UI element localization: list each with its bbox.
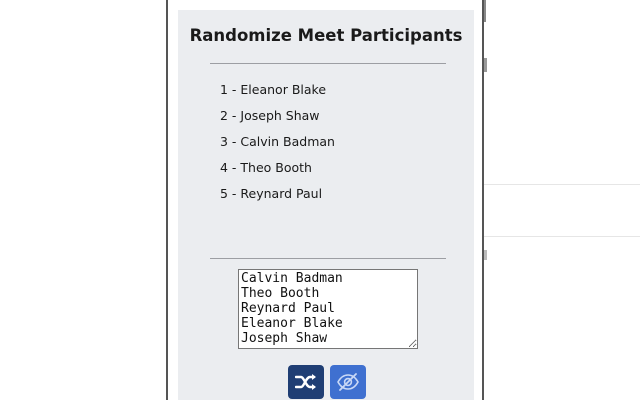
shuffle-icon bbox=[295, 374, 316, 390]
extension-popup: Randomize Meet Participants 1 - Eleanor … bbox=[166, 0, 484, 400]
screen: Randomize Meet Participants 1 - Eleanor … bbox=[0, 0, 640, 400]
list-divider bbox=[210, 258, 446, 259]
participant-item: 1 - Eleanor Blake bbox=[220, 82, 327, 97]
shuffle-button[interactable] bbox=[288, 365, 324, 399]
participant-item: 2 - Joseph Shaw bbox=[220, 108, 320, 123]
action-buttons bbox=[288, 365, 366, 399]
eye-slash-icon bbox=[337, 373, 359, 391]
participant-item: 5 - Reynard Paul bbox=[220, 186, 323, 201]
names-textarea[interactable]: Calvin Badman Theo Booth Reynard Paul El… bbox=[238, 269, 418, 349]
background-page-edge bbox=[484, 250, 487, 260]
background-divider bbox=[484, 236, 640, 237]
participant-list: 1 - Eleanor Blake 2 - Joseph Shaw 3 - Ca… bbox=[220, 80, 335, 210]
background-page-edge bbox=[484, 0, 486, 22]
title-divider bbox=[210, 63, 446, 64]
hide-button[interactable] bbox=[330, 365, 366, 399]
background-page-edge bbox=[484, 58, 487, 72]
popup-title: Randomize Meet Participants bbox=[189, 26, 463, 45]
participant-item: 4 - Theo Booth bbox=[220, 160, 312, 175]
background-divider bbox=[484, 184, 640, 185]
participant-item: 3 - Calvin Badman bbox=[220, 134, 335, 149]
popup-panel: Randomize Meet Participants 1 - Eleanor … bbox=[178, 10, 474, 400]
